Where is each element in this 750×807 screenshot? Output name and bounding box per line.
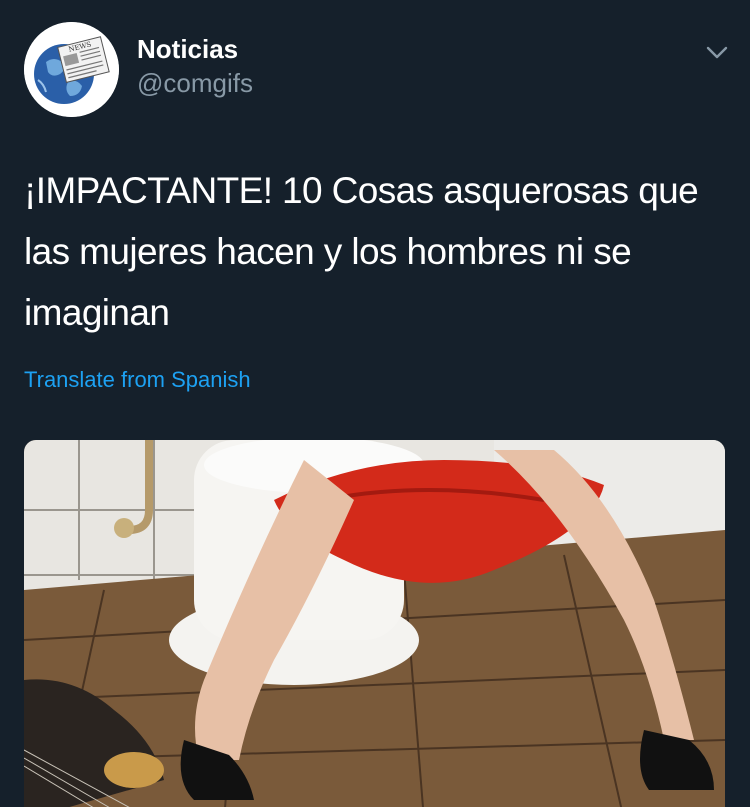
- translate-link[interactable]: Translate from Spanish: [24, 367, 251, 393]
- author-avatar[interactable]: NEWS: [24, 22, 119, 117]
- author-handle[interactable]: @comgifs: [137, 68, 253, 99]
- photo-thumbnail: [24, 440, 725, 807]
- tweet-menu-button[interactable]: [700, 38, 734, 68]
- news-globe-icon: NEWS: [24, 22, 119, 117]
- tweet-media[interactable]: [24, 440, 725, 807]
- chevron-down-icon: [706, 46, 728, 59]
- tweet-text: ¡IMPACTANTE! 10 Cosas asquerosas que las…: [24, 170, 699, 333]
- author-display-name[interactable]: Noticias: [137, 34, 238, 65]
- tweet-card[interactable]: NEWS Noticias @comgifs ¡IMPACTANTE! 10 C…: [0, 0, 750, 807]
